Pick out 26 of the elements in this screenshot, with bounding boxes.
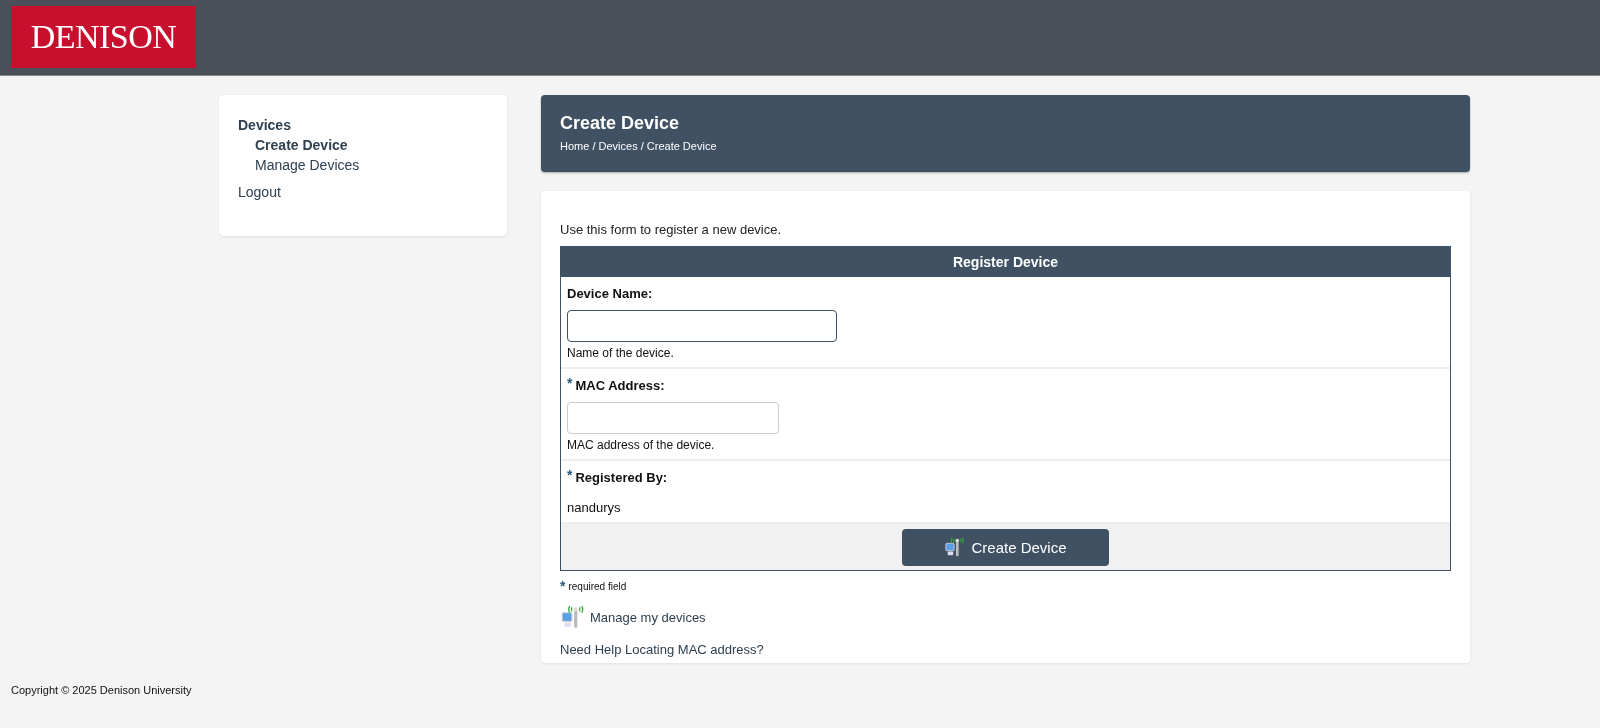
required-note: required field	[568, 581, 627, 592]
create-device-button[interactable]: Create Device	[902, 528, 1109, 566]
computer-antenna-icon	[944, 536, 967, 558]
logo[interactable]: DENISON	[11, 6, 196, 68]
field-value: nandurys	[567, 500, 622, 515]
sidebar-heading[interactable]: Devices	[238, 115, 291, 135]
field-label: Registered By:	[575, 470, 668, 485]
help-text: MAC address of the device.	[567, 438, 716, 452]
form-title: Register Device	[561, 247, 1450, 277]
computer-antenna-icon	[560, 604, 586, 630]
help-text: Name of the device.	[567, 346, 675, 360]
page-title: Create Device	[560, 112, 681, 134]
copyright-text: Copyright © 2025 Denison University	[11, 684, 192, 696]
required-mark: *	[567, 378, 573, 393]
required-mark: *	[560, 581, 566, 591]
link[interactable]: Manage my devices	[590, 609, 706, 625]
sidebar-item[interactable]: Create Device	[238, 135, 348, 155]
breadcrumb: Home / Devices / Create Device	[560, 140, 718, 152]
field-label: Device Name:	[567, 286, 653, 301]
intro-text: Use this form to register a new device.	[560, 222, 783, 237]
input-field[interactable]	[567, 310, 837, 342]
sidebar-item[interactable]: Manage Devices	[238, 155, 360, 175]
required-mark: *	[567, 470, 573, 485]
link[interactable]: Need Help Locating MAC address?	[560, 642, 764, 657]
field-label: MAC Address:	[575, 378, 665, 393]
sidebar-item[interactable]: Logout	[238, 182, 281, 202]
